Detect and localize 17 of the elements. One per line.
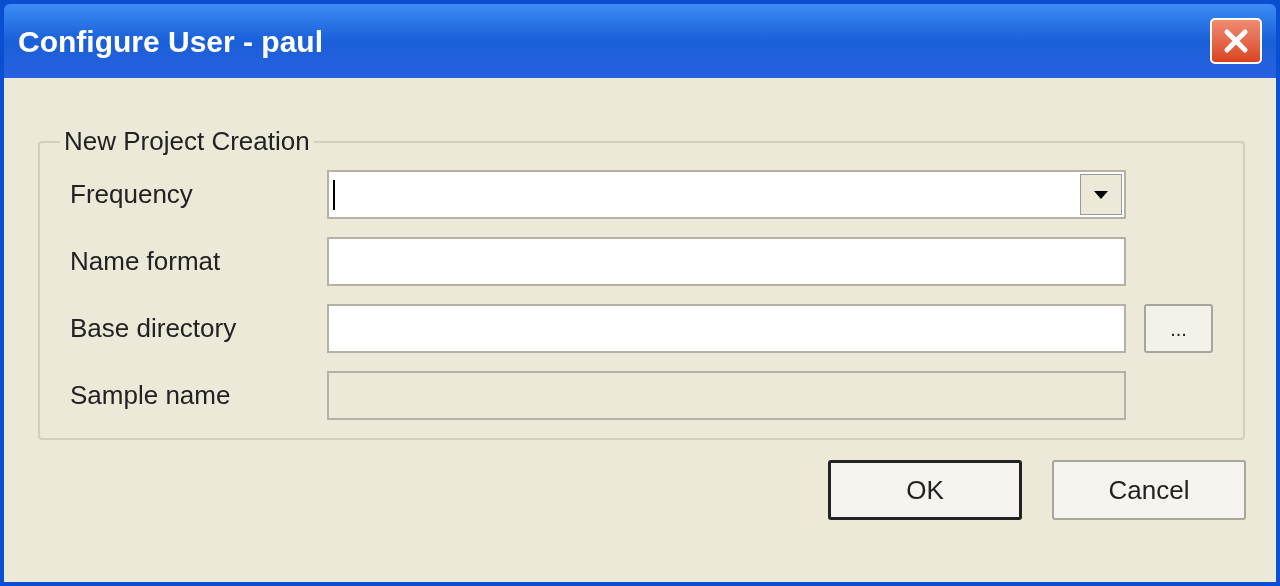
window-title: Configure User - paul (18, 23, 324, 60)
input-field[interactable] (327, 304, 1126, 353)
input-field[interactable] (327, 237, 1126, 286)
field-label: Base directory (70, 312, 238, 345)
dropdown-button[interactable] (1080, 174, 1122, 215)
close-button[interactable] (1210, 18, 1262, 64)
field-label: Frequency (70, 178, 194, 211)
field-label: Sample name (70, 379, 232, 412)
caret-icon (1094, 190, 1108, 199)
text-cursor (333, 179, 335, 210)
field-label: Name format (70, 245, 222, 278)
browse-button[interactable]: ... (1144, 304, 1213, 353)
dialog-button[interactable]: Cancel (1052, 460, 1246, 520)
dialog-button[interactable]: OK (828, 460, 1022, 520)
close-icon (1223, 28, 1249, 54)
dropdown-field[interactable] (327, 170, 1126, 219)
group-title: New Project Creation (63, 125, 311, 158)
